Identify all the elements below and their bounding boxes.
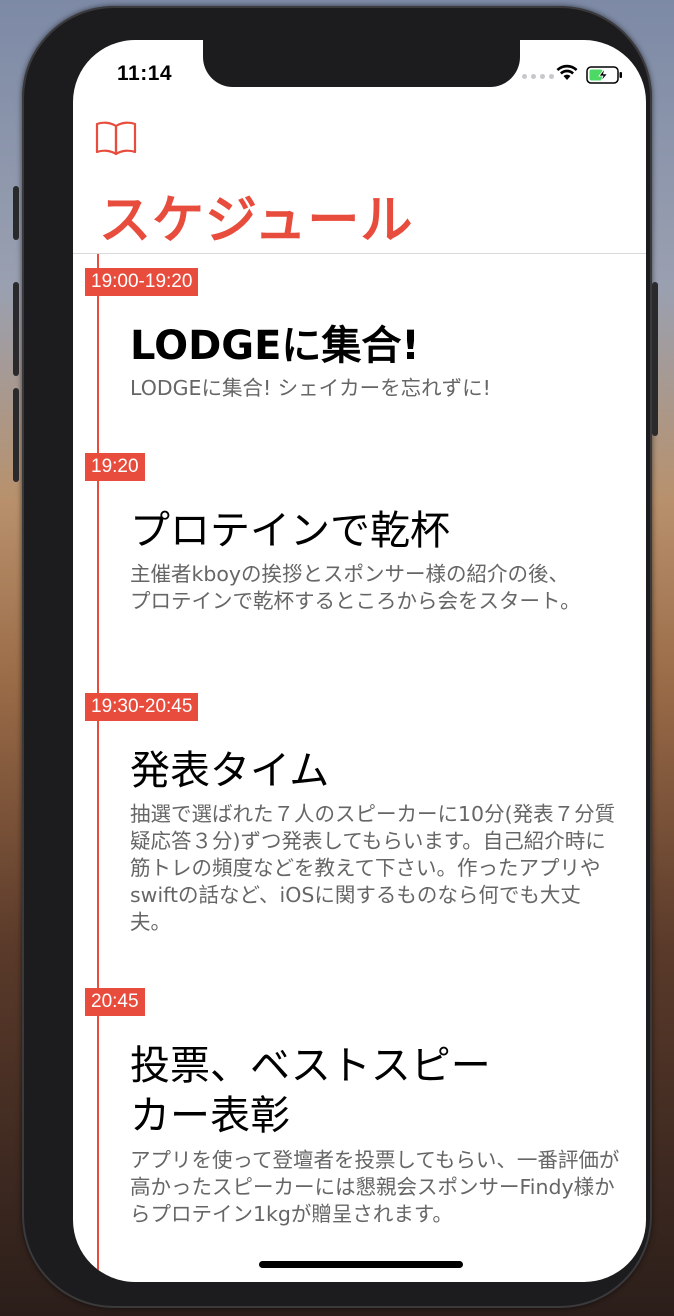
- schedule-item-title: LODGEに集合!: [130, 323, 420, 369]
- timeline-line: [97, 254, 99, 1282]
- screen: 11:14 スケジュール 19:00-19:20 LODGEに集合! LODGE…: [73, 40, 646, 1282]
- schedule-item-description: アプリを使って登壇者を投票してもらい、一番評価が高かったスピーカーには懇親会スポ…: [130, 1148, 620, 1226]
- schedule-item-title: 発表タイム: [130, 748, 330, 794]
- power-button: [652, 282, 658, 436]
- battery-charging-icon: [586, 66, 622, 84]
- volume-up-button: [13, 282, 19, 376]
- header-divider: [73, 253, 646, 254]
- phone-frame: 11:14 スケジュール 19:00-19:20 LODGEに集合! LODGE…: [13, 6, 658, 1308]
- schedule-item-title: プロテインで乾杯: [130, 508, 450, 554]
- cellular-signal-icon: [522, 74, 554, 79]
- page-title: スケジュール: [99, 191, 414, 251]
- time-badge: 19:00-19:20: [85, 268, 199, 296]
- time-badge: 19:30-20:45: [85, 693, 199, 721]
- volume-down-button: [13, 388, 19, 482]
- time-badge: 20:45: [85, 988, 145, 1016]
- time-badge: 19:20: [85, 453, 145, 481]
- mute-switch: [13, 186, 19, 240]
- status-time: 11:14: [117, 62, 173, 85]
- home-indicator[interactable]: [259, 1261, 463, 1268]
- schedule-item-description: LODGEに集合! シェイカーを忘れずに!: [130, 376, 491, 400]
- schedule-item-description: 主催者kboyの挨拶とスポンサー様の紹介の後、プロテインで乾杯するところから会を…: [130, 562, 581, 613]
- schedule-item-description: 抽選で選ばれた７人のスピーカーに10分(発表７分質疑応答３分)ずつ発表してもらい…: [130, 802, 616, 934]
- wifi-icon: [556, 64, 578, 80]
- book-icon[interactable]: [95, 120, 137, 156]
- notch: [203, 40, 520, 87]
- schedule-item-title: 投票、ベストスピーカー表彰: [130, 1043, 491, 1139]
